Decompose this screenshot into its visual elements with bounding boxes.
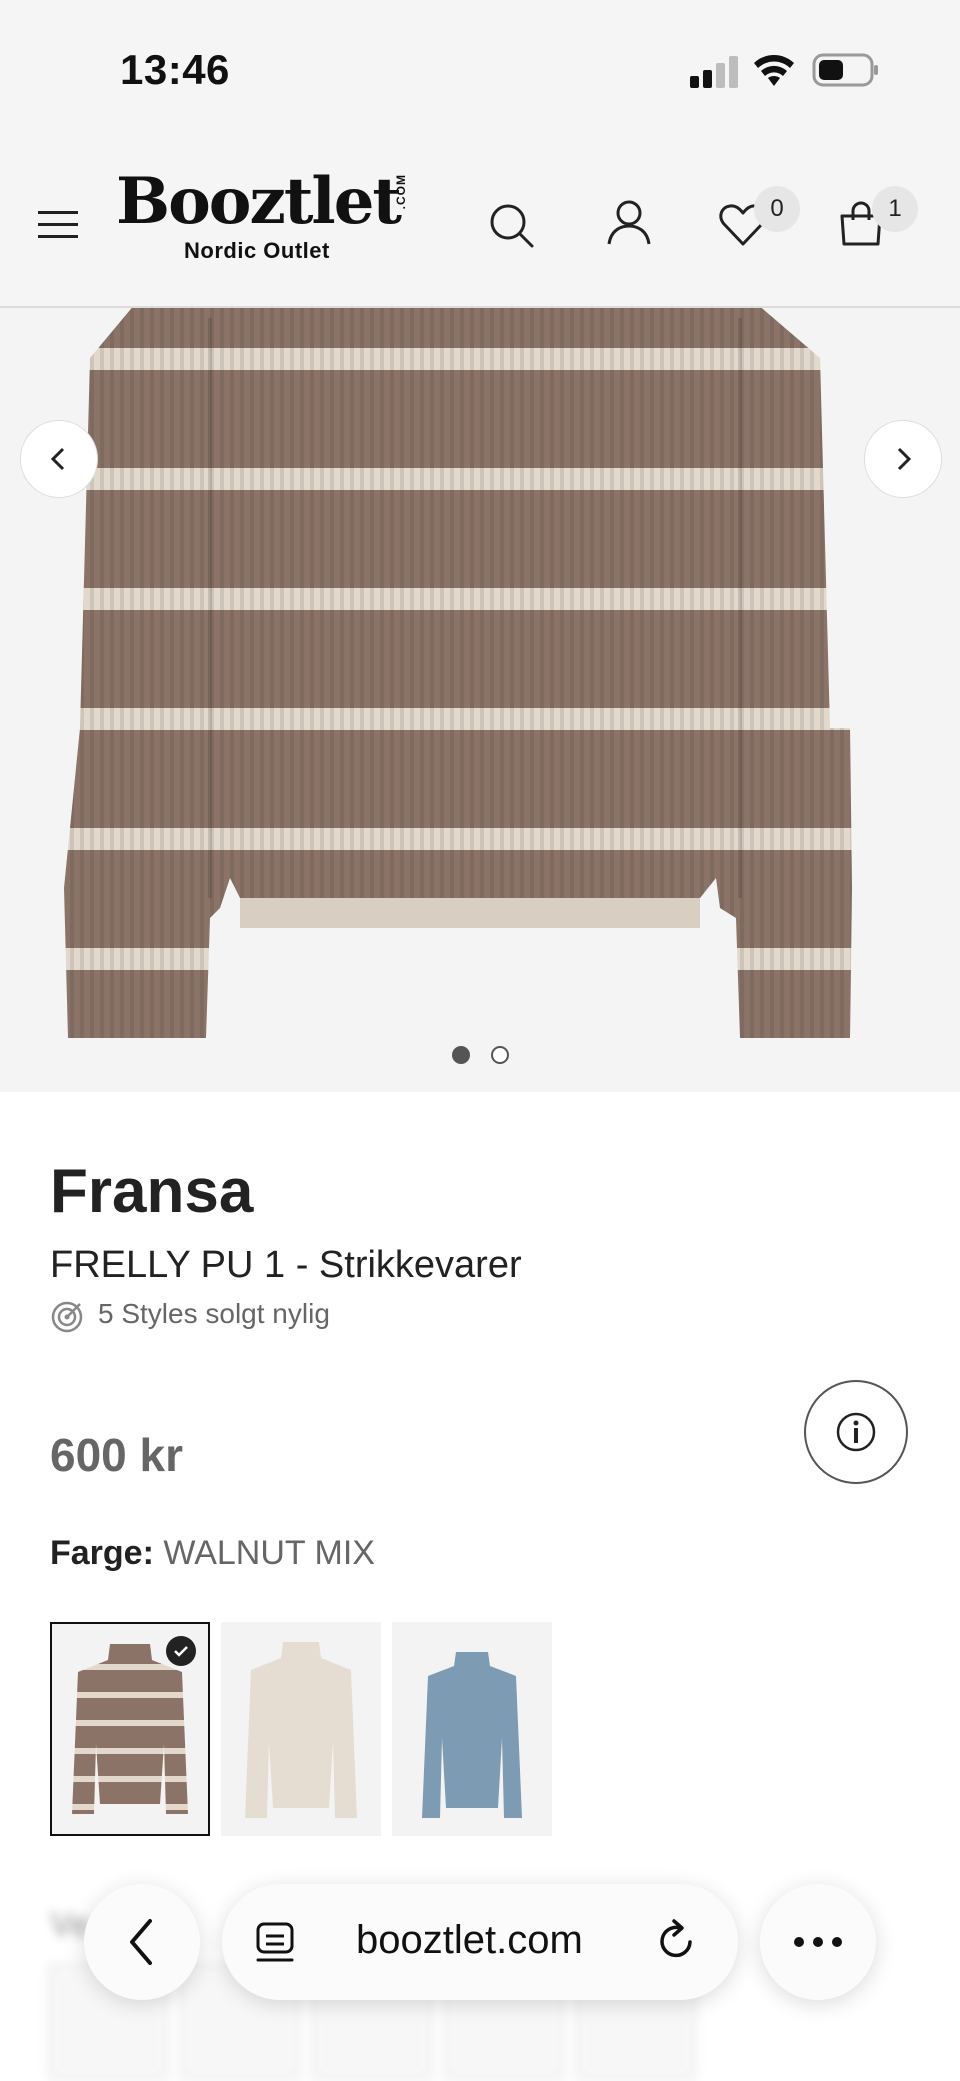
browser-back-button[interactable]: [84, 1884, 200, 2000]
chevron-left-icon: [130, 1919, 152, 1965]
wifi-icon: [754, 55, 794, 86]
chevron-right-icon: [897, 447, 912, 471]
color-label: Farge:: [50, 1534, 154, 1572]
signal-icon: [690, 56, 738, 88]
color-value: WALNUT MIX: [163, 1534, 375, 1572]
product-name: FRELLY PU 1 - Strikkevarer: [50, 1244, 522, 1286]
search-icon[interactable]: [486, 200, 536, 250]
cart-count-badge: 1: [872, 186, 918, 232]
tabs-icon[interactable]: [254, 1920, 300, 1966]
more-icon: [794, 1937, 842, 1947]
product-brand[interactable]: Fransa: [50, 1156, 253, 1227]
wishlist-count-badge: 0: [754, 186, 800, 232]
url-text[interactable]: booztlet.com: [356, 1918, 583, 1963]
account-icon[interactable]: [604, 198, 654, 248]
battery-icon: [812, 53, 878, 87]
color-swatch-cream[interactable]: [221, 1622, 381, 1836]
selected-check-icon: [166, 1636, 196, 1666]
sold-recently-text: 5 Styles solgt nylig: [98, 1298, 330, 1329]
product-price: 600 kr: [50, 1429, 184, 1481]
gallery-dot-1[interactable]: [452, 1046, 470, 1064]
site-logo[interactable]: Booztlet .COM Nordic Outlet: [116, 166, 416, 266]
color-swatch-blue[interactable]: [392, 1622, 552, 1836]
status-time: 13:46: [120, 46, 230, 93]
target-icon: [51, 1301, 83, 1333]
browser-more-button[interactable]: [760, 1884, 876, 2000]
gallery-dot-2[interactable]: [491, 1046, 509, 1064]
reload-icon[interactable]: [654, 1918, 700, 1964]
gallery-next-button[interactable]: [864, 420, 942, 498]
color-label-line: Farge: WALNUT MIX: [50, 1534, 375, 1573]
address-bar[interactable]: booztlet.com: [222, 1884, 738, 2000]
product-image: [64, 308, 852, 1038]
logo-com: .COM: [394, 174, 408, 210]
product-image-gallery[interactable]: [0, 308, 960, 1092]
swatch-image: [422, 1652, 522, 1818]
swatch-image: [245, 1642, 357, 1818]
price-info-button[interactable]: [804, 1380, 908, 1484]
menu-icon[interactable]: [38, 208, 80, 242]
gallery-prev-button[interactable]: [20, 420, 98, 498]
chevron-left-icon: [50, 447, 65, 471]
logo-subtitle: Nordic Outlet: [184, 238, 330, 263]
info-icon: [836, 1412, 876, 1452]
logo-wordmark: Booztlet: [116, 164, 402, 239]
